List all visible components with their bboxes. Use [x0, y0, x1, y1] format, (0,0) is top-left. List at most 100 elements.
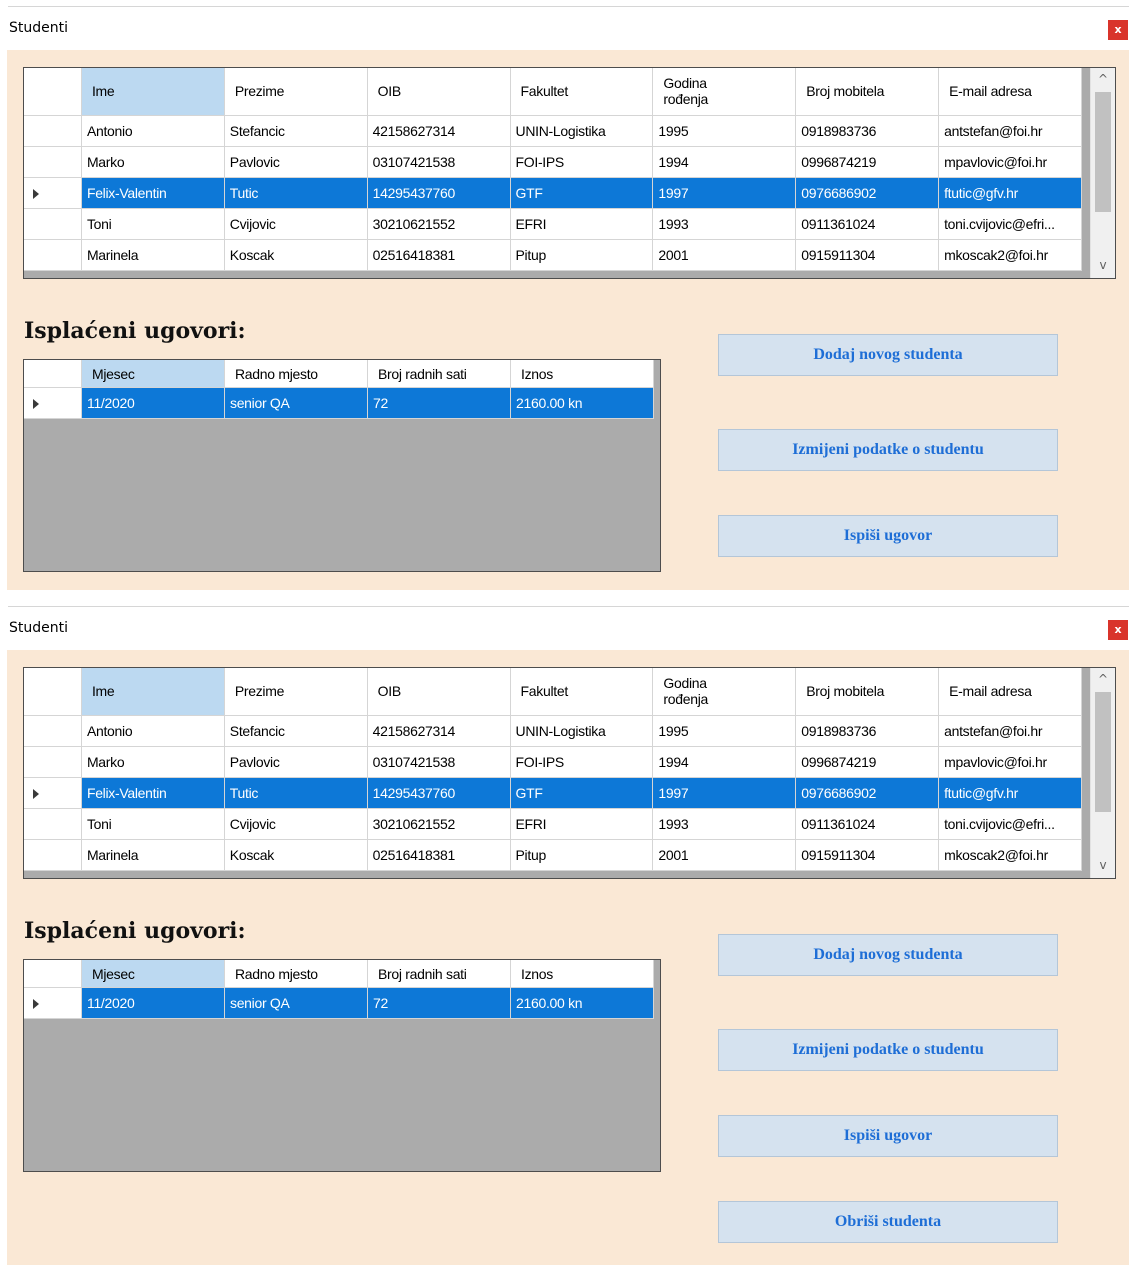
row-header[interactable] — [24, 178, 82, 209]
column-header-broj-mobitela[interactable]: Broj mobitela — [796, 668, 940, 716]
column-header-radno-mjesto[interactable]: Radno mjesto — [225, 960, 368, 988]
cell-prezime[interactable]: Cvijovic — [224, 809, 368, 840]
cell-godina-rodenja[interactable]: 1997 — [653, 178, 797, 209]
print-contract-button[interactable]: Ispiši ugovor — [718, 1115, 1058, 1157]
cell-broj-radnih-sati[interactable]: 72 — [368, 988, 511, 1019]
cell-broj-mobitela[interactable]: 0911361024 — [796, 809, 940, 840]
cell-fakultet[interactable]: Pitup — [510, 240, 654, 271]
scrollbar-thumb[interactable] — [1095, 92, 1111, 212]
row-header[interactable] — [24, 716, 82, 747]
cell-fakultet[interactable]: EFRI — [510, 209, 654, 240]
row-header[interactable] — [24, 116, 82, 147]
table-row[interactable]: Marinela Koscak 02516418381 Pitup 2001 091591… — [24, 840, 1082, 871]
cell-ime[interactable]: Marinela — [81, 240, 225, 271]
cell-fakultet[interactable]: EFRI — [510, 809, 654, 840]
edit-student-button[interactable]: Izmijeni podatke o studentu — [718, 1029, 1058, 1071]
cell-fakultet[interactable]: Pitup — [510, 840, 654, 871]
cell-broj-mobitela[interactable]: 0915911304 — [796, 840, 940, 871]
cell-prezime[interactable]: Pavlovic — [224, 747, 368, 778]
row-header[interactable] — [24, 778, 82, 809]
column-header-broj-mobitela[interactable]: Broj mobitela — [796, 68, 940, 116]
table-row[interactable]: Antonio Stefancic 42158627314 UNIN-Logistik… — [24, 116, 1082, 147]
column-header-oib[interactable]: OIB — [367, 68, 511, 116]
table-row[interactable]: 11/2020 senior QA 72 2160.00 kn — [24, 988, 654, 1019]
scrollbar-thumb[interactable] — [1095, 692, 1111, 812]
column-header-ime[interactable]: Ime — [81, 668, 225, 716]
students-grid[interactable]: Ime Prezime OIB Fakultet Godina rođenja … — [23, 667, 1116, 879]
cell-email[interactable]: mkoscak2@foi.hr — [939, 840, 1082, 871]
add-student-button[interactable]: Dodaj novog studenta — [718, 334, 1058, 376]
cell-email[interactable]: antstefan@foi.hr — [939, 116, 1082, 147]
row-header[interactable] — [24, 147, 82, 178]
cell-broj-radnih-sati[interactable]: 72 — [368, 388, 511, 419]
close-button[interactable]: x — [1108, 20, 1128, 40]
cell-oib[interactable]: 30210621552 — [367, 209, 511, 240]
cell-ime[interactable]: Felix-Valentin — [81, 778, 225, 809]
cell-broj-mobitela[interactable]: 0976686902 — [796, 778, 940, 809]
column-header-broj-radnih-sati[interactable]: Broj radnih sati — [368, 960, 511, 988]
cell-broj-mobitela[interactable]: 0976686902 — [796, 178, 940, 209]
cell-iznos[interactable]: 2160.00 kn — [511, 388, 654, 419]
cell-oib[interactable]: 14295437760 — [367, 178, 511, 209]
close-button[interactable]: x — [1108, 620, 1128, 640]
scroll-down-icon[interactable]: v — [1091, 856, 1115, 874]
cell-oib[interactable]: 03107421538 — [367, 747, 511, 778]
cell-prezime[interactable]: Cvijovic — [224, 209, 368, 240]
cell-ime[interactable]: Marinela — [81, 840, 225, 871]
cell-email[interactable]: mpavlovic@foi.hr — [939, 747, 1082, 778]
cell-email[interactable]: mkoscak2@foi.hr — [939, 240, 1082, 271]
cell-oib[interactable]: 14295437760 — [367, 778, 511, 809]
table-row[interactable]: Marko Pavlovic 03107421538 FOI-IPS 1994 09968… — [24, 147, 1082, 178]
cell-godina-rodenja[interactable]: 1995 — [653, 716, 797, 747]
table-row[interactable]: Felix-Valentin Tutic 14295437760 GTF 1997 097… — [24, 178, 1082, 209]
column-header-fakultet[interactable]: Fakultet — [510, 668, 654, 716]
cell-godina-rodenja[interactable]: 1993 — [653, 209, 797, 240]
column-header-iznos[interactable]: Iznos — [511, 960, 654, 988]
table-row[interactable]: Felix-Valentin Tutic 14295437760 GTF 1997 097… — [24, 778, 1082, 809]
contracts-grid[interactable]: Mjesec Radno mjesto Broj radnih sati Izn… — [23, 359, 661, 572]
cell-radno-mjesto[interactable]: senior QA — [225, 988, 368, 1019]
cell-ime[interactable]: Toni — [81, 809, 225, 840]
column-header-godina-rodenja[interactable]: Godina rođenja — [653, 68, 797, 116]
cell-iznos[interactable]: 2160.00 kn — [511, 988, 654, 1019]
cell-godina-rodenja[interactable]: 1995 — [653, 116, 797, 147]
cell-godina-rodenja[interactable]: 1994 — [653, 147, 797, 178]
cell-fakultet[interactable]: UNIN-Logistika — [510, 716, 654, 747]
column-header-email[interactable]: E-mail adresa — [939, 68, 1082, 116]
cell-ime[interactable]: Marko — [81, 747, 225, 778]
cell-radno-mjesto[interactable]: senior QA — [225, 388, 368, 419]
cell-email[interactable]: mpavlovic@foi.hr — [939, 147, 1082, 178]
row-header[interactable] — [24, 240, 82, 271]
cell-prezime[interactable]: Tutic — [224, 178, 368, 209]
cell-email[interactable]: toni.cvijovic@efri... — [939, 809, 1082, 840]
column-header-prezime[interactable]: Prezime — [224, 68, 368, 116]
cell-fakultet[interactable]: GTF — [510, 178, 654, 209]
cell-godina-rodenja[interactable]: 2001 — [653, 840, 797, 871]
table-row[interactable]: Marinela Koscak 02516418381 Pitup 2001 091591… — [24, 240, 1082, 271]
print-contract-button[interactable]: Ispiši ugovor — [718, 515, 1058, 557]
cell-broj-mobitela[interactable]: 0911361024 — [796, 209, 940, 240]
cell-broj-mobitela[interactable]: 0918983736 — [796, 116, 940, 147]
column-header-email[interactable]: E-mail adresa — [939, 668, 1082, 716]
students-vertical-scrollbar[interactable]: ^ v — [1090, 668, 1115, 878]
cell-godina-rodenja[interactable]: 1994 — [653, 747, 797, 778]
row-header[interactable] — [24, 209, 82, 240]
cell-ime[interactable]: Felix-Valentin — [81, 178, 225, 209]
cell-prezime[interactable]: Stefancic — [224, 716, 368, 747]
cell-ime[interactable]: Marko — [81, 147, 225, 178]
table-row[interactable]: Toni Cvijovic 30210621552 EFRI 1993 091136102… — [24, 809, 1082, 840]
cell-prezime[interactable]: Koscak — [224, 240, 368, 271]
cell-godina-rodenja[interactable]: 1997 — [653, 778, 797, 809]
cell-email[interactable]: antstefan@foi.hr — [939, 716, 1082, 747]
row-header[interactable] — [24, 809, 82, 840]
cell-oib[interactable]: 42158627314 — [367, 116, 511, 147]
cell-ime[interactable]: Antonio — [81, 716, 225, 747]
cell-email[interactable]: ftutic@gfv.hr — [939, 178, 1082, 209]
scroll-down-icon[interactable]: v — [1091, 256, 1115, 274]
contracts-grid[interactable]: Mjesec Radno mjesto Broj radnih sati Izn… — [23, 959, 661, 1172]
cell-fakultet[interactable]: GTF — [510, 778, 654, 809]
cell-mjesec[interactable]: 11/2020 — [82, 388, 225, 419]
column-header-godina-rodenja[interactable]: Godina rođenja — [653, 668, 797, 716]
cell-oib[interactable]: 42158627314 — [367, 716, 511, 747]
column-header-mjesec[interactable]: Mjesec — [82, 960, 225, 988]
